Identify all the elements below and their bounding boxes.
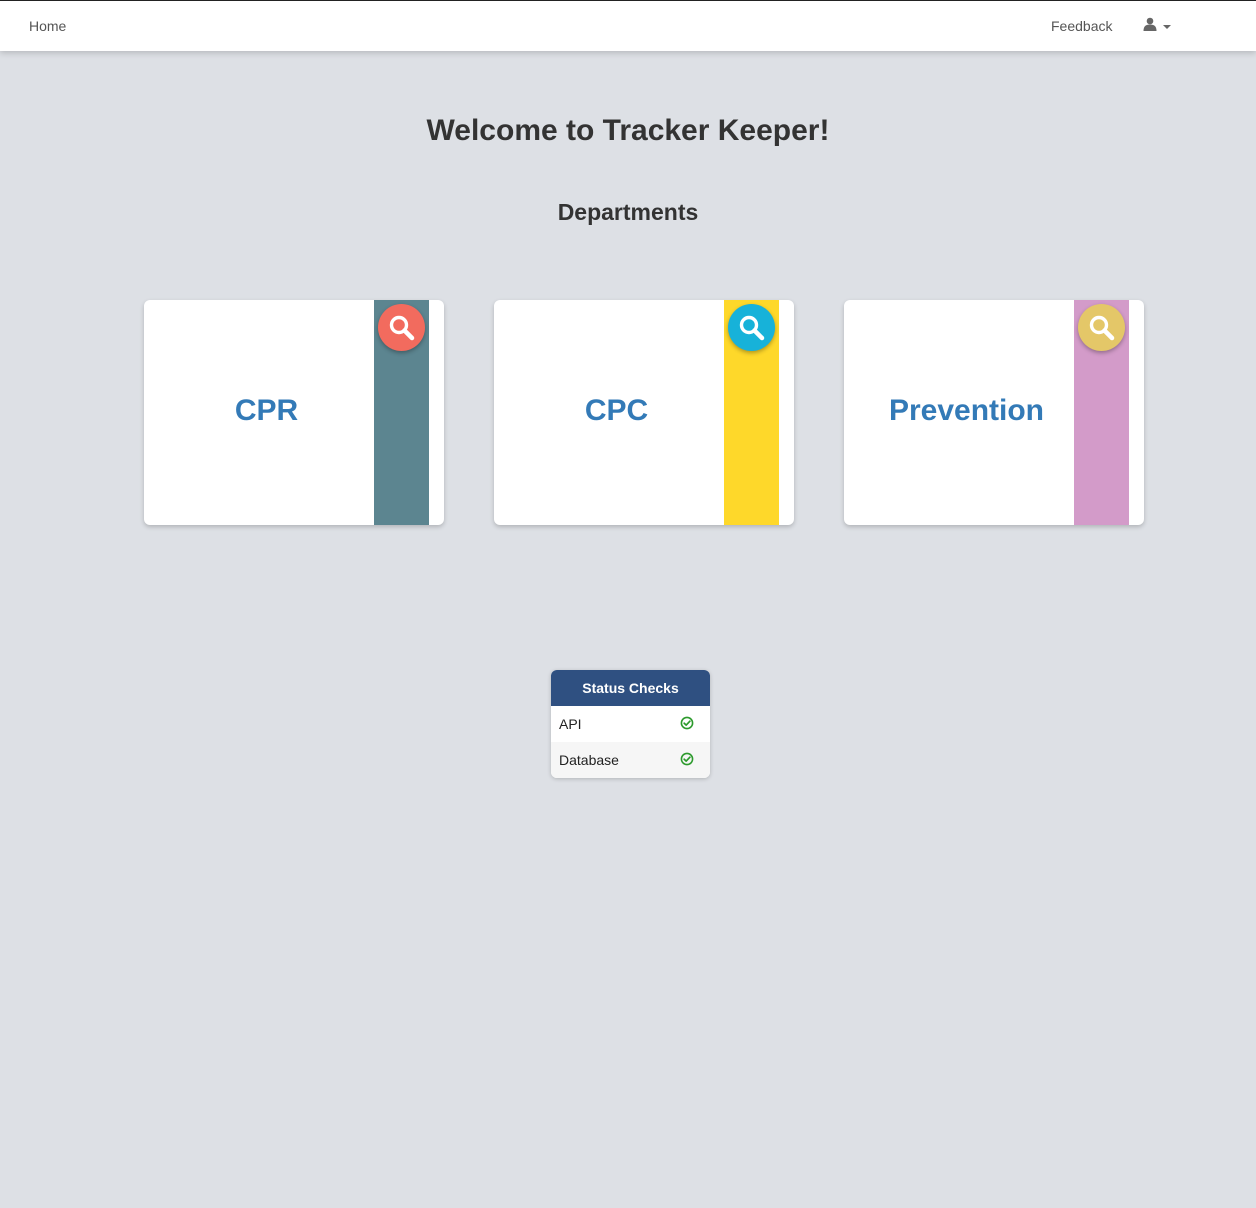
top-navbar: Home Feedback	[0, 0, 1256, 51]
department-card-cpr[interactable]: CPR	[144, 300, 444, 525]
nav-feedback-link[interactable]: Feedback	[1051, 18, 1112, 34]
search-button[interactable]	[378, 304, 425, 351]
chevron-down-icon	[1163, 25, 1171, 29]
search-icon	[739, 315, 765, 341]
department-label[interactable]: CPC	[494, 394, 739, 428]
nav-home-link[interactable]: Home	[29, 18, 66, 34]
department-card-prevention[interactable]: Prevention	[844, 300, 1144, 525]
search-button[interactable]	[1078, 304, 1125, 351]
status-label: API	[559, 716, 582, 732]
check-circle-icon	[680, 716, 694, 730]
search-icon	[389, 315, 415, 341]
status-label: Database	[559, 752, 619, 768]
status-checks-title: Status Checks	[551, 670, 710, 706]
status-row-api: API	[551, 706, 710, 742]
status-row-database: Database	[551, 742, 710, 778]
check-circle-icon	[680, 752, 694, 766]
department-label[interactable]: CPR	[144, 394, 389, 428]
search-icon	[1089, 315, 1115, 341]
department-card-cpc[interactable]: CPC	[494, 300, 794, 525]
departments-heading: Departments	[557, 199, 699, 225]
search-button[interactable]	[728, 304, 775, 351]
user-menu-dropdown[interactable]	[1143, 17, 1173, 35]
department-label[interactable]: Prevention	[844, 394, 1089, 428]
page-title: Welcome to Tracker Keeper!	[426, 114, 830, 147]
status-checks-panel: Status Checks API Database	[551, 670, 710, 778]
user-icon	[1143, 17, 1157, 31]
